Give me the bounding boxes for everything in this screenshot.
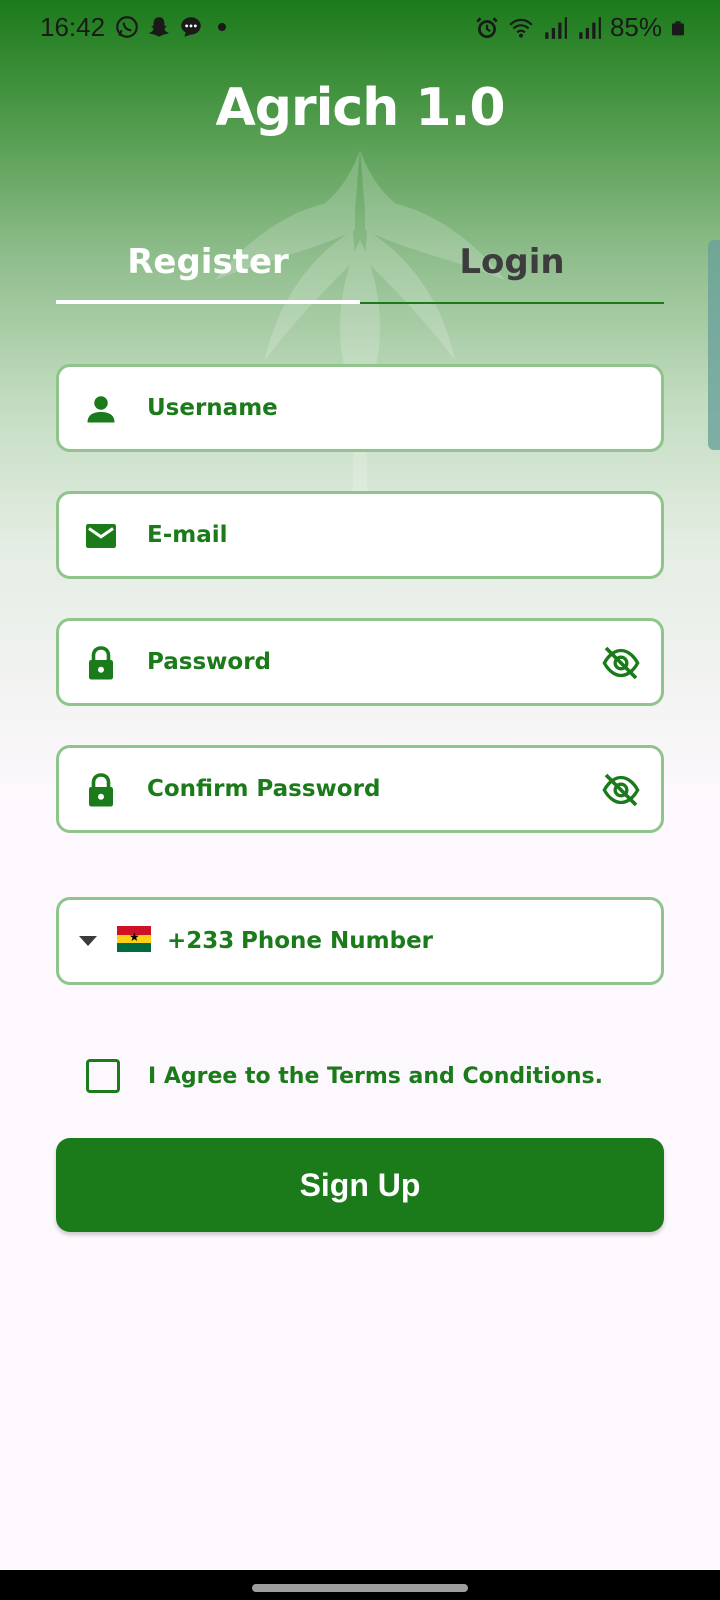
app-title: Agrich 1.0 xyxy=(215,78,506,138)
signal-icon xyxy=(579,16,601,39)
country-code[interactable]: +233 xyxy=(167,900,234,982)
person-icon xyxy=(87,396,115,423)
active-tab-indicator xyxy=(56,300,360,304)
confirm-password-field[interactable]: Confirm Password xyxy=(56,745,664,833)
username-placeholder: Username xyxy=(147,395,278,421)
terms-label[interactable]: I Agree to the Terms and Conditions. xyxy=(148,1064,603,1089)
eye-off-icon[interactable] xyxy=(601,770,641,810)
auth-tabs: Register Login xyxy=(56,232,664,304)
message-icon xyxy=(181,17,201,37)
status-bar: 16:42 85% xyxy=(0,0,720,58)
notification-dot xyxy=(218,23,226,31)
tab-divider xyxy=(360,302,664,304)
battery-icon xyxy=(672,20,684,35)
tab-login[interactable]: Login xyxy=(360,232,664,304)
lock-icon xyxy=(89,773,113,807)
sign-up-button[interactable]: Sign Up xyxy=(56,1138,664,1232)
ghana-flag-icon[interactable]: ★ xyxy=(117,926,151,953)
status-time: 16:42 xyxy=(40,12,106,42)
battery-percent: 85% xyxy=(609,12,662,42)
mail-icon xyxy=(86,524,116,548)
password-field[interactable]: Password xyxy=(56,618,664,706)
scrollbar[interactable] xyxy=(708,240,720,450)
password-placeholder: Password xyxy=(147,649,271,675)
terms-checkbox[interactable] xyxy=(86,1059,120,1093)
wifi-icon xyxy=(509,18,533,38)
terms-row: I Agree to the Terms and Conditions. xyxy=(86,1058,603,1094)
snapchat-icon xyxy=(149,17,169,37)
username-field[interactable]: Username xyxy=(56,364,664,452)
dropdown-caret-icon[interactable] xyxy=(79,936,97,946)
signal-icon xyxy=(545,16,567,39)
whatsapp-icon xyxy=(116,16,138,38)
alarm-icon xyxy=(476,16,498,38)
email-placeholder: E-mail xyxy=(147,522,228,548)
home-handle[interactable] xyxy=(252,1584,468,1592)
email-field[interactable]: E-mail xyxy=(56,491,664,579)
phone-field[interactable]: ★ +233 Phone Number xyxy=(56,897,664,985)
lock-icon xyxy=(89,646,113,680)
tab-register[interactable]: Register xyxy=(56,232,360,304)
eye-off-icon[interactable] xyxy=(601,643,641,683)
confirm-password-placeholder: Confirm Password xyxy=(147,776,381,802)
phone-placeholder: Phone Number xyxy=(241,928,434,954)
